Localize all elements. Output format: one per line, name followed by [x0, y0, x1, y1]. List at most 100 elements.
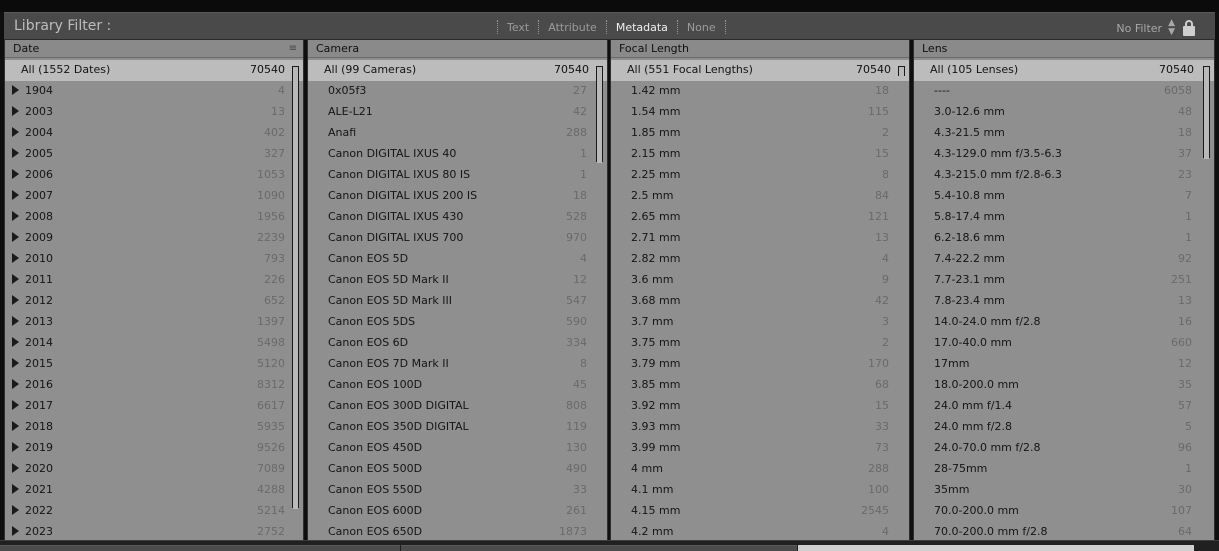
list-item[interactable]: 2016 8312	[5, 375, 303, 396]
list-item[interactable]: Canon EOS 650D 1873	[308, 522, 607, 540]
column-menu-icon[interactable]: ≡	[289, 43, 297, 54]
lens-column-header[interactable]: Lens	[914, 40, 1214, 58]
list-item[interactable]: 3.6 mm 9	[611, 270, 909, 291]
list-item[interactable]: 3.99 mm 73	[611, 438, 909, 459]
list-item[interactable]: 24.0 mm f/1.4 57	[914, 396, 1214, 417]
list-item[interactable]: 4.2 mm 4	[611, 522, 909, 540]
list-item[interactable]: 3.93 mm 33	[611, 417, 909, 438]
list-item[interactable]: Canon EOS 350D DIGITAL 119	[308, 417, 607, 438]
list-item[interactable]: Canon DIGITAL IXUS 200 IS 18	[308, 186, 607, 207]
list-item[interactable]: ALE-L21 42	[308, 102, 607, 123]
list-item[interactable]: 7.4-22.2 mm 92	[914, 249, 1214, 270]
list-item[interactable]: 2018 5935	[5, 417, 303, 438]
list-item[interactable]: 2006 1053	[5, 165, 303, 186]
list-item[interactable]: 3.85 mm 68	[611, 375, 909, 396]
list-item[interactable]: Canon DIGITAL IXUS 80 IS 1	[308, 165, 607, 186]
date-scroll-thumb[interactable]	[293, 67, 298, 509]
list-item[interactable]: 1.85 mm 2	[611, 123, 909, 144]
list-item[interactable]: 28-75mm 1	[914, 459, 1214, 480]
expand-triangle-icon[interactable]	[12, 274, 19, 284]
list-item[interactable]: Canon EOS 5DS 590	[308, 312, 607, 333]
list-item[interactable]: 2.15 mm 15	[611, 144, 909, 165]
expand-triangle-icon[interactable]	[12, 505, 19, 515]
list-item[interactable]: 2.25 mm 8	[611, 165, 909, 186]
list-item[interactable]: Canon EOS 7D Mark II 8	[308, 354, 607, 375]
list-item[interactable]: 3.0-12.6 mm 48	[914, 102, 1214, 123]
list-item[interactable]: 24.0-70.0 mm f/2.8 96	[914, 438, 1214, 459]
list-item[interactable]: 3.68 mm 42	[611, 291, 909, 312]
list-item[interactable]: 2015 5120	[5, 354, 303, 375]
list-item[interactable]: Canon DIGITAL IXUS 40 1	[308, 144, 607, 165]
list-item[interactable]: 4.3-129.0 mm f/3.5-6.3 37	[914, 144, 1214, 165]
list-item[interactable]: 24.0 mm f/2.8 5	[914, 417, 1214, 438]
list-item[interactable]: 70.0-200.0 mm 107	[914, 501, 1214, 522]
expand-triangle-icon[interactable]	[12, 85, 19, 95]
expand-triangle-icon[interactable]	[12, 295, 19, 305]
list-item[interactable]: 2004 402	[5, 123, 303, 144]
focal-length-scroll-thumb[interactable]	[899, 67, 904, 77]
list-item[interactable]: Anafi 288	[308, 123, 607, 144]
expand-triangle-icon[interactable]	[12, 337, 19, 347]
list-item[interactable]: Canon EOS 450D 130	[308, 438, 607, 459]
expand-triangle-icon[interactable]	[12, 211, 19, 221]
date-column-header[interactable]: Date ≡	[5, 40, 303, 58]
list-item[interactable]: 3.75 mm 2	[611, 333, 909, 354]
camera-scroll-thumb[interactable]	[597, 67, 602, 163]
list-item[interactable]: 3.92 mm 15	[611, 396, 909, 417]
list-item[interactable]: 2.82 mm 4	[611, 249, 909, 270]
list-item[interactable]: 17mm 12	[914, 354, 1214, 375]
list-item[interactable]: 70.0-200.0 mm f/2.8 64	[914, 522, 1214, 540]
all-row[interactable]: All (551 Focal Lengths) 70540	[611, 60, 909, 81]
lens-scrollbar[interactable]	[1203, 66, 1210, 159]
list-item[interactable]: 2008 1956	[5, 207, 303, 228]
expand-triangle-icon[interactable]	[12, 190, 19, 200]
list-item[interactable]: 2012 652	[5, 291, 303, 312]
list-item[interactable]: 0x05f3 27	[308, 81, 607, 102]
list-item[interactable]: 1.54 mm 115	[611, 102, 909, 123]
expand-triangle-icon[interactable]	[12, 232, 19, 242]
camera-column-header[interactable]: Camera	[308, 40, 607, 58]
list-item[interactable]: 6.2-18.6 mm 1	[914, 228, 1214, 249]
list-item[interactable]: 17.0-40.0 mm 660	[914, 333, 1214, 354]
list-item[interactable]: 7.7-23.1 mm 251	[914, 270, 1214, 291]
list-item[interactable]: 2.5 mm 84	[611, 186, 909, 207]
list-item[interactable]: 1.42 mm 18	[611, 81, 909, 102]
list-item[interactable]: Canon EOS 600D 261	[308, 501, 607, 522]
focal-length-column-header[interactable]: Focal Length	[611, 40, 909, 58]
expand-triangle-icon[interactable]	[12, 253, 19, 263]
expand-triangle-icon[interactable]	[12, 400, 19, 410]
list-item[interactable]: Canon EOS 550D 33	[308, 480, 607, 501]
list-item[interactable]: 2014 5498	[5, 333, 303, 354]
expand-triangle-icon[interactable]	[12, 358, 19, 368]
list-item[interactable]: 2.71 mm 13	[611, 228, 909, 249]
expand-triangle-icon[interactable]	[12, 463, 19, 473]
tab-text[interactable]: Text	[507, 21, 529, 34]
list-item[interactable]: 2021 4288	[5, 480, 303, 501]
list-item[interactable]: Canon EOS 6D 334	[308, 333, 607, 354]
date-scrollbar[interactable]	[292, 66, 299, 509]
list-item[interactable]: 2.65 mm 121	[611, 207, 909, 228]
expand-triangle-icon[interactable]	[12, 484, 19, 494]
list-item[interactable]: 2019 9526	[5, 438, 303, 459]
list-item[interactable]: 3.7 mm 3	[611, 312, 909, 333]
list-item[interactable]: Canon EOS 5D 4	[308, 249, 607, 270]
expand-triangle-icon[interactable]	[12, 421, 19, 431]
list-item[interactable]: 2017 6617	[5, 396, 303, 417]
list-item[interactable]: 3.79 mm 170	[611, 354, 909, 375]
list-item[interactable]: 4.1 mm 100	[611, 480, 909, 501]
filter-preset-select[interactable]: No Filter ▲ ▼	[1116, 19, 1175, 37]
list-item[interactable]: 2013 1397	[5, 312, 303, 333]
list-item[interactable]: 7.8-23.4 mm 13	[914, 291, 1214, 312]
expand-triangle-icon[interactable]	[12, 127, 19, 137]
list-item[interactable]: 18.0-200.0 mm 35	[914, 375, 1214, 396]
list-item[interactable]: Canon EOS 100D 45	[308, 375, 607, 396]
list-item[interactable]: 4 mm 288	[611, 459, 909, 480]
list-item[interactable]: 2011 226	[5, 270, 303, 291]
list-item[interactable]: 4.3-215.0 mm f/2.8-6.3 23	[914, 165, 1214, 186]
all-row[interactable]: All (1552 Dates) 70540	[5, 60, 303, 81]
expand-triangle-icon[interactable]	[12, 316, 19, 326]
list-item[interactable]: Canon EOS 5D Mark III 547	[308, 291, 607, 312]
list-item[interactable]: 2022 5214	[5, 501, 303, 522]
list-item[interactable]: 2005 327	[5, 144, 303, 165]
all-row[interactable]: All (99 Cameras) 70540	[308, 60, 607, 81]
